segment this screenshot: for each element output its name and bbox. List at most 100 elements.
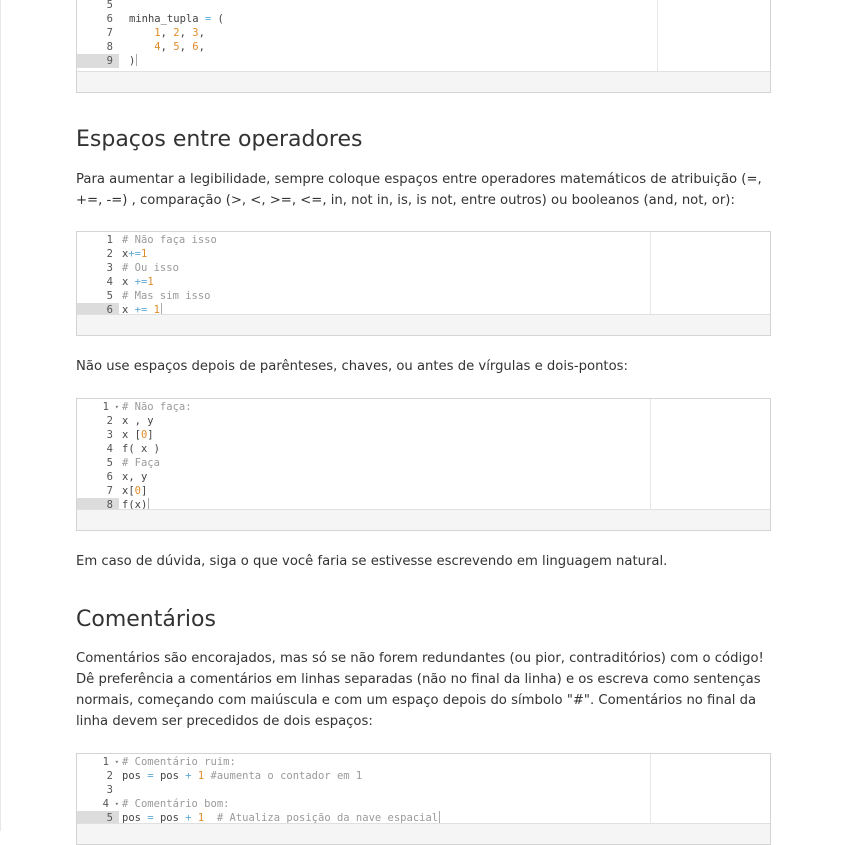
code-token: +=: [128, 248, 141, 260]
code-editor-tuple[interactable]: 5 6 7 89 minha_tupla = ( 1, 2, 3, 4, 5, 6,): [76, 0, 771, 93]
code-token: # Mas sim isso: [122, 290, 211, 302]
code-line[interactable]: ): [129, 54, 224, 68]
line-number-gutter: 1 ▾ 2 3 4 ▾ 5: [77, 755, 119, 825]
line-number: 4: [106, 443, 113, 455]
line-number: 1: [106, 234, 113, 246]
code-line[interactable]: x +=1: [122, 275, 217, 289]
editor-bottom-bar: [77, 823, 770, 844]
line-number: 5: [106, 457, 113, 469]
line-number: 6: [106, 471, 113, 483]
code-token: ,: [179, 27, 193, 39]
code-token: minha_tupla: [129, 13, 205, 25]
code-token: x[: [122, 485, 135, 497]
line-number: 2: [106, 770, 113, 782]
code-token: # Não faça:: [122, 401, 192, 413]
print-margin: [650, 232, 651, 315]
code-line[interactable]: # Comentário bom:: [122, 797, 440, 811]
code-editor-comments[interactable]: 1 ▾ 2 3 4 ▾ 5 # Comentário ruim: pos = pos + 1 …: [76, 753, 771, 845]
heading-operator-spacing: Espaços entre operadores: [76, 127, 363, 152]
paragraph-doubt: Em caso de dúvida, siga o que você faria…: [76, 554, 668, 569]
code-token: ,: [160, 27, 174, 39]
line-number: 8: [106, 41, 113, 53]
line-number: 7: [106, 485, 113, 497]
fold-arrow-icon[interactable]: ▾: [115, 400, 119, 414]
code-token: pos: [153, 770, 186, 782]
line-number: 4 ▾: [102, 797, 119, 811]
code-editor-operators[interactable]: 123456 # Não faça isso x+=1 # Ou isso x +=1…: [76, 231, 771, 336]
line-number: 5: [106, 0, 113, 11]
heading-comments: Comentários: [76, 607, 216, 632]
line-number-gutter: 123456: [77, 233, 119, 317]
code-line[interactable]: # Não faça:: [122, 400, 192, 414]
code-line[interactable]: # Comentário ruim:: [122, 755, 440, 769]
editor-bottom-bar: [77, 314, 770, 335]
line-number-gutter: 5 6 7 89: [77, 0, 119, 68]
page-left-border: [0, 0, 1, 831]
code-line[interactable]: # Faça: [122, 456, 192, 470]
code-line[interactable]: minha_tupla = (: [129, 12, 224, 26]
paragraph-spaces-brackets: Não use espaços depois de parênteses, ch…: [76, 359, 628, 374]
code-line[interactable]: x, y: [122, 470, 192, 484]
paragraph-operator-spacing: Para aumentar a legibilidade, sempre col…: [76, 172, 762, 208]
code-token: x [: [122, 429, 141, 441]
code-line[interactable]: x[0]: [122, 484, 192, 498]
code-token: 1: [140, 248, 148, 260]
line-number: 7: [106, 27, 113, 39]
line-number-gutter: 1 ▾ 2 3 4 5 6 7 8: [77, 400, 119, 512]
code-token: ,: [198, 27, 205, 39]
editor-bottom-bar: [77, 71, 770, 92]
code-token: ): [129, 55, 136, 67]
code-line[interactable]: # Não faça isso: [122, 233, 217, 247]
code-area[interactable]: # Não faça isso x+=1 # Ou isso x +=1 # Mas s…: [122, 233, 217, 317]
code-token: ,: [198, 41, 205, 53]
line-number: 5: [106, 290, 113, 302]
line-number: 2: [106, 415, 113, 427]
code-token: # Faça: [122, 457, 160, 469]
code-area[interactable]: # Não faça: x , yx [0] f( x ) # Faça x, y x[0…: [122, 400, 192, 512]
line-number: 3: [106, 262, 113, 274]
code-editor-brackets[interactable]: 1 ▾ 2 3 4 5 6 7 8 # Não faça: x , yx [0] f( x ) # F…: [76, 398, 771, 531]
line-number: 2: [106, 248, 113, 260]
fold-arrow-icon[interactable]: ▾: [115, 755, 119, 769]
code-line[interactable]: # Mas sim isso: [122, 289, 217, 303]
code-token: f( x ): [122, 443, 160, 455]
code-line[interactable]: [122, 783, 440, 797]
paragraph-comments: Comentários são encorajados, mas só se n…: [76, 651, 764, 729]
line-number: 1 ▾: [102, 400, 119, 414]
code-token: # Não faça isso: [122, 234, 217, 246]
line-number: 1 ▾: [102, 755, 119, 769]
code-token: ]: [147, 429, 154, 441]
code-line[interactable]: x [0]: [122, 428, 192, 442]
code-line[interactable]: pos = pos + 1 #aumenta o contador em 1: [122, 769, 440, 783]
code-token: x, y: [122, 471, 148, 483]
text-cursor: [136, 54, 138, 66]
code-token: 1: [147, 276, 154, 288]
code-token: # Comentário ruim:: [122, 756, 236, 768]
code-line[interactable]: [129, 0, 224, 12]
line-number: 6: [106, 13, 113, 25]
code-area[interactable]: minha_tupla = ( 1, 2, 3, 4, 5, 6,): [129, 0, 224, 68]
code-token: #aumenta o contador em 1: [204, 770, 363, 782]
code-area[interactable]: # Comentário ruim: pos = pos + 1 #aumenta…: [122, 755, 441, 825]
code-line[interactable]: 4, 5, 6,: [129, 40, 224, 54]
code-token: x , y: [122, 415, 154, 427]
code-line[interactable]: x , y: [122, 414, 192, 428]
code-token: ,: [160, 41, 174, 53]
code-token: +=: [134, 276, 148, 288]
code-token: pos: [122, 770, 148, 782]
line-number: 9: [77, 54, 119, 68]
code-line[interactable]: x+=1: [122, 247, 217, 261]
code-token: ]: [140, 485, 148, 497]
print-margin: [657, 0, 658, 71]
line-number: 3: [106, 784, 113, 796]
code-token: (: [211, 13, 224, 25]
code-line[interactable]: # Ou isso: [122, 261, 217, 275]
line-number: 3: [106, 429, 113, 441]
code-line[interactable]: f( x ): [122, 442, 192, 456]
fold-arrow-icon[interactable]: ▾: [115, 797, 119, 811]
line-number: 4: [106, 276, 113, 288]
code-token: # Comentário bom:: [122, 798, 230, 810]
code-token: ,: [179, 41, 193, 53]
code-line[interactable]: 1, 2, 3,: [129, 26, 224, 40]
